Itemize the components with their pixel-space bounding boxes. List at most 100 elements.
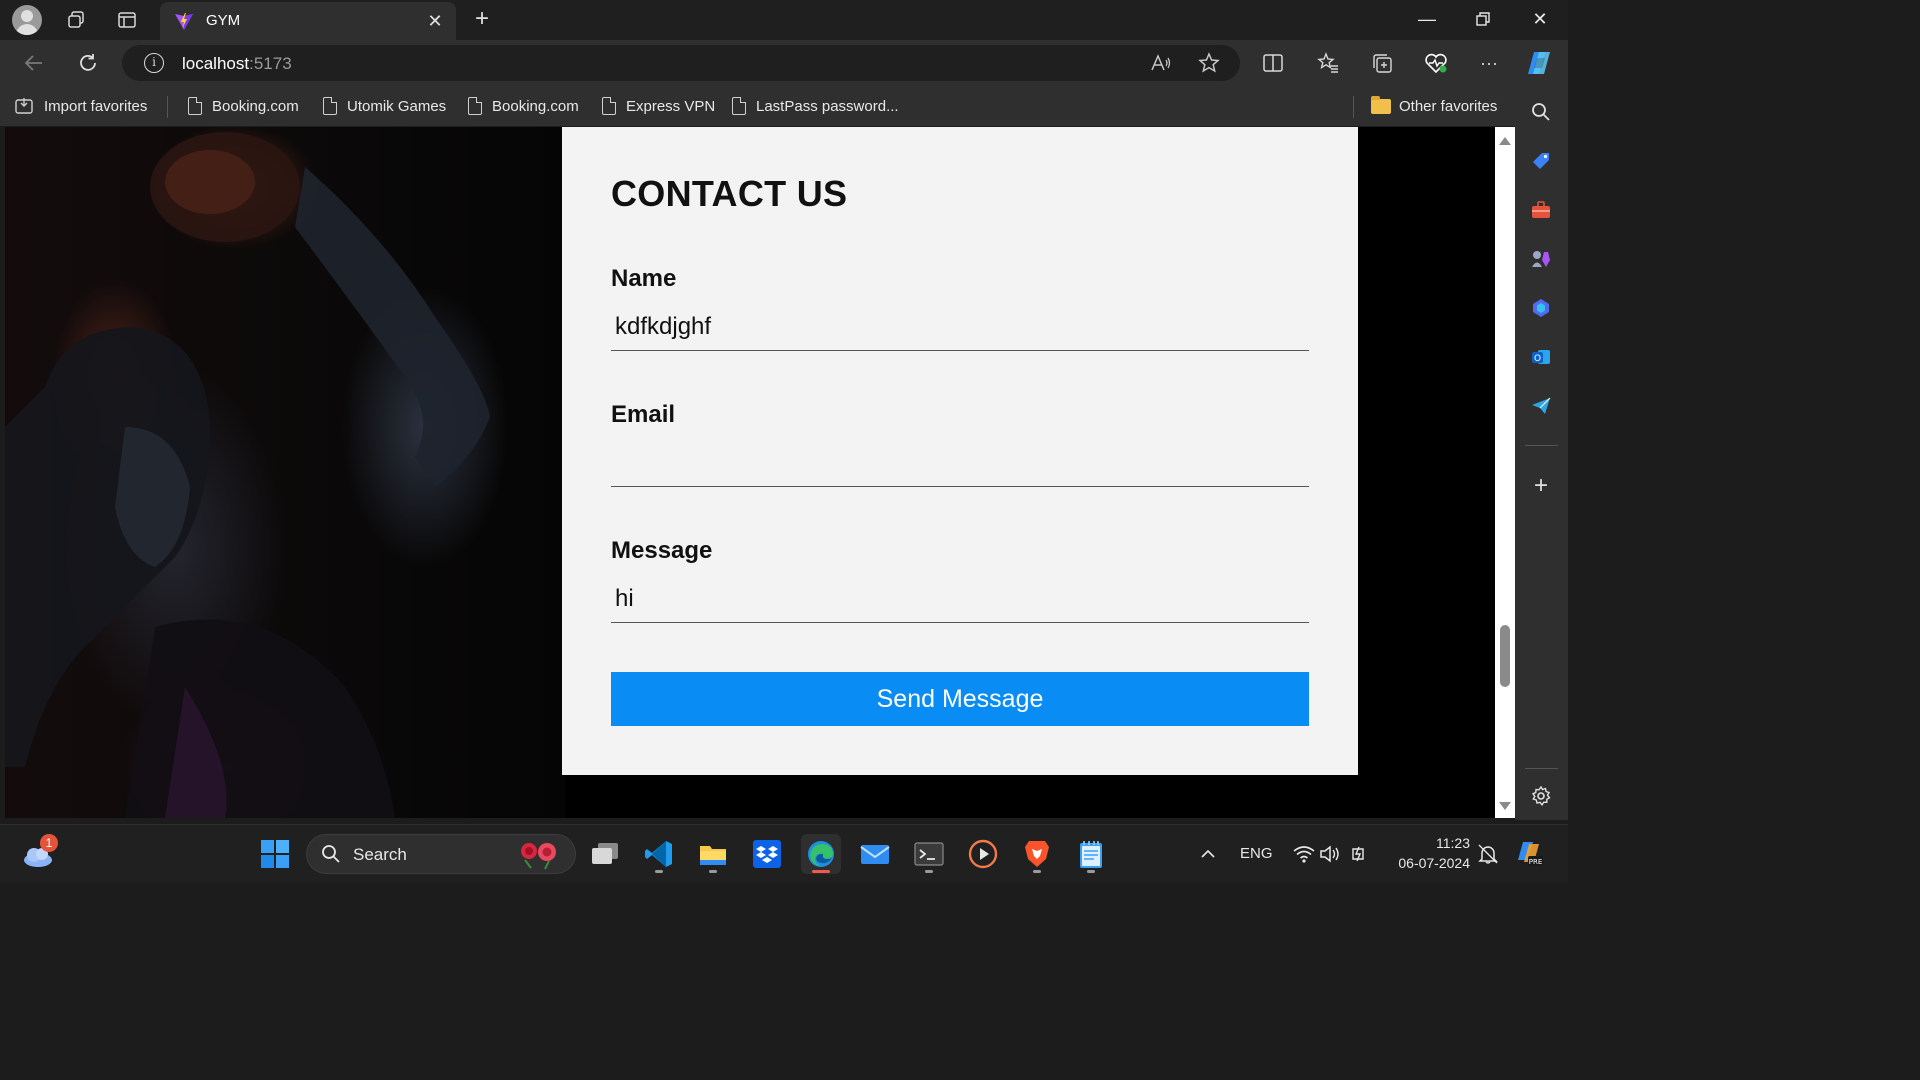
address-toolbar: i localhost:5173 ··· [0, 40, 1568, 86]
svg-text:PRE: PRE [1529, 858, 1543, 866]
send-message-button[interactable]: Send Message [611, 672, 1309, 726]
games-icon[interactable] [1529, 247, 1553, 271]
profile-avatar-icon[interactable] [12, 5, 42, 35]
windows-taskbar: 1 Search ENG 11:23 06-07-2024 PRE [0, 824, 1568, 882]
outlook-icon[interactable]: O [1529, 345, 1553, 369]
copilot-taskbar-button[interactable]: PRE [1510, 834, 1550, 874]
dropbox-icon [753, 840, 781, 868]
favorite-import[interactable]: Import favorites [14, 95, 147, 117]
taskbar-terminal[interactable] [909, 834, 949, 874]
import-favorites-icon [15, 98, 33, 114]
battery-charging-icon [1352, 846, 1364, 862]
send-telegram-icon[interactable] [1529, 394, 1553, 418]
contact-title: CONTACT US [611, 173, 848, 214]
minimize-button[interactable]: — [1407, 4, 1447, 34]
favorite-label: Booking.com [492, 97, 579, 115]
tools-briefcase-icon[interactable] [1529, 198, 1553, 222]
other-favorites-folder[interactable]: Other favorites [1371, 95, 1497, 117]
taskbar-notepad[interactable] [1071, 834, 1111, 874]
sidebar-settings-gear-icon[interactable] [1529, 784, 1553, 808]
collections-icon[interactable] [1367, 48, 1397, 78]
new-tab-button[interactable]: + [468, 6, 496, 34]
message-label: Message [611, 537, 713, 564]
favorite-booking-2[interactable]: Booking.com [468, 95, 579, 117]
split-screen-icon[interactable] [1258, 48, 1288, 78]
show-hidden-icons-button[interactable] [1188, 834, 1228, 874]
taskbar-search-box[interactable]: Search [306, 834, 576, 874]
language-indicator[interactable]: ENG [1240, 845, 1273, 862]
notification-bell-icon [1478, 844, 1498, 864]
favorites-list-icon[interactable] [1313, 48, 1343, 78]
favorite-lastpass[interactable]: LastPass password... [732, 95, 899, 117]
email-field[interactable] [611, 439, 1309, 487]
workspaces-icon[interactable] [62, 6, 90, 34]
taskbar-media-player[interactable] [963, 834, 1003, 874]
copilot-icon[interactable] [1524, 48, 1554, 78]
favorites-divider [1353, 96, 1354, 118]
svg-text:O: O [1534, 354, 1541, 364]
scroll-up-arrow-icon[interactable] [1499, 137, 1511, 145]
sidebar-divider [1525, 445, 1558, 446]
favorite-label: Utomik Games [347, 97, 447, 115]
restore-button[interactable] [1463, 4, 1503, 34]
favorite-expressvpn[interactable]: Express VPN [602, 95, 715, 117]
tab-actions-icon[interactable] [113, 6, 141, 34]
page-icon [468, 97, 482, 115]
scroll-down-arrow-icon[interactable] [1499, 802, 1511, 810]
browser-essentials-icon[interactable] [1421, 48, 1451, 78]
start-button[interactable] [255, 834, 295, 874]
page-viewport: CONTACT US Name Email Message Send Messa… [5, 127, 1495, 818]
brave-browser-icon [1025, 841, 1049, 867]
url-port: :5173 [249, 54, 292, 73]
favorite-label: Booking.com [212, 97, 299, 115]
taskbar-brave[interactable] [1017, 834, 1057, 874]
site-info-icon[interactable]: i [144, 53, 164, 73]
weather-widget[interactable]: 1 [18, 834, 58, 874]
system-clock[interactable]: 11:23 06-07-2024 [1388, 833, 1470, 873]
running-indicator [655, 870, 663, 873]
address-bar[interactable]: i localhost:5173 [122, 45, 1240, 81]
name-label: Name [611, 265, 677, 292]
sidebar-divider [1525, 768, 1558, 769]
refresh-icon[interactable] [73, 48, 103, 78]
search-label: Search [353, 845, 407, 864]
taskbar-file-explorer[interactable] [693, 834, 733, 874]
folder-icon [1371, 95, 1391, 114]
favorite-booking-1[interactable]: Booking.com [188, 95, 299, 117]
media-player-icon [968, 839, 998, 869]
read-aloud-icon[interactable] [1146, 48, 1176, 78]
task-view-button[interactable] [585, 834, 625, 874]
add-sidebar-app-icon[interactable]: + [1529, 472, 1553, 499]
speaker-icon [1320, 845, 1339, 863]
name-field[interactable] [611, 303, 1309, 351]
notification-center-button[interactable] [1468, 834, 1508, 874]
close-tab-icon[interactable]: ✕ [424, 10, 446, 32]
close-window-button[interactable]: ✕ [1520, 4, 1560, 34]
scroll-thumb[interactable] [1500, 625, 1510, 687]
more-options-icon[interactable]: ··· [1474, 48, 1504, 78]
favorite-label: Express VPN [626, 97, 716, 115]
page-scrollbar[interactable] [1495, 127, 1515, 818]
taskbar-edge[interactable] [801, 834, 841, 874]
gym-hero-background-image [5, 127, 565, 818]
terminal-icon [914, 842, 944, 866]
battery-status[interactable] [1340, 834, 1380, 874]
search-icon[interactable] [1529, 100, 1553, 124]
message-field[interactable] [611, 575, 1309, 623]
vscode-icon [645, 841, 672, 867]
page-icon [323, 97, 337, 115]
browser-title-bar: GYM ✕ + — ✕ [0, 0, 1568, 40]
favorite-utomik[interactable]: Utomik Games [323, 95, 446, 117]
taskbar-mail[interactable] [855, 834, 895, 874]
taskbar-dropbox[interactable] [747, 834, 787, 874]
search-icon [322, 845, 340, 863]
copilot-sidebar-icon[interactable] [1529, 296, 1553, 320]
shopping-tag-icon[interactable] [1529, 149, 1553, 173]
back-arrow-icon[interactable] [19, 48, 49, 78]
other-favorites-label: Other favorites [1399, 97, 1498, 115]
taskbar-vscode[interactable] [639, 834, 679, 874]
active-app-indicator [812, 870, 830, 873]
copilot-pre-icon: PRE [1518, 842, 1543, 866]
browser-tab[interactable]: GYM ✕ [160, 2, 456, 40]
favorite-star-icon[interactable] [1194, 48, 1224, 78]
